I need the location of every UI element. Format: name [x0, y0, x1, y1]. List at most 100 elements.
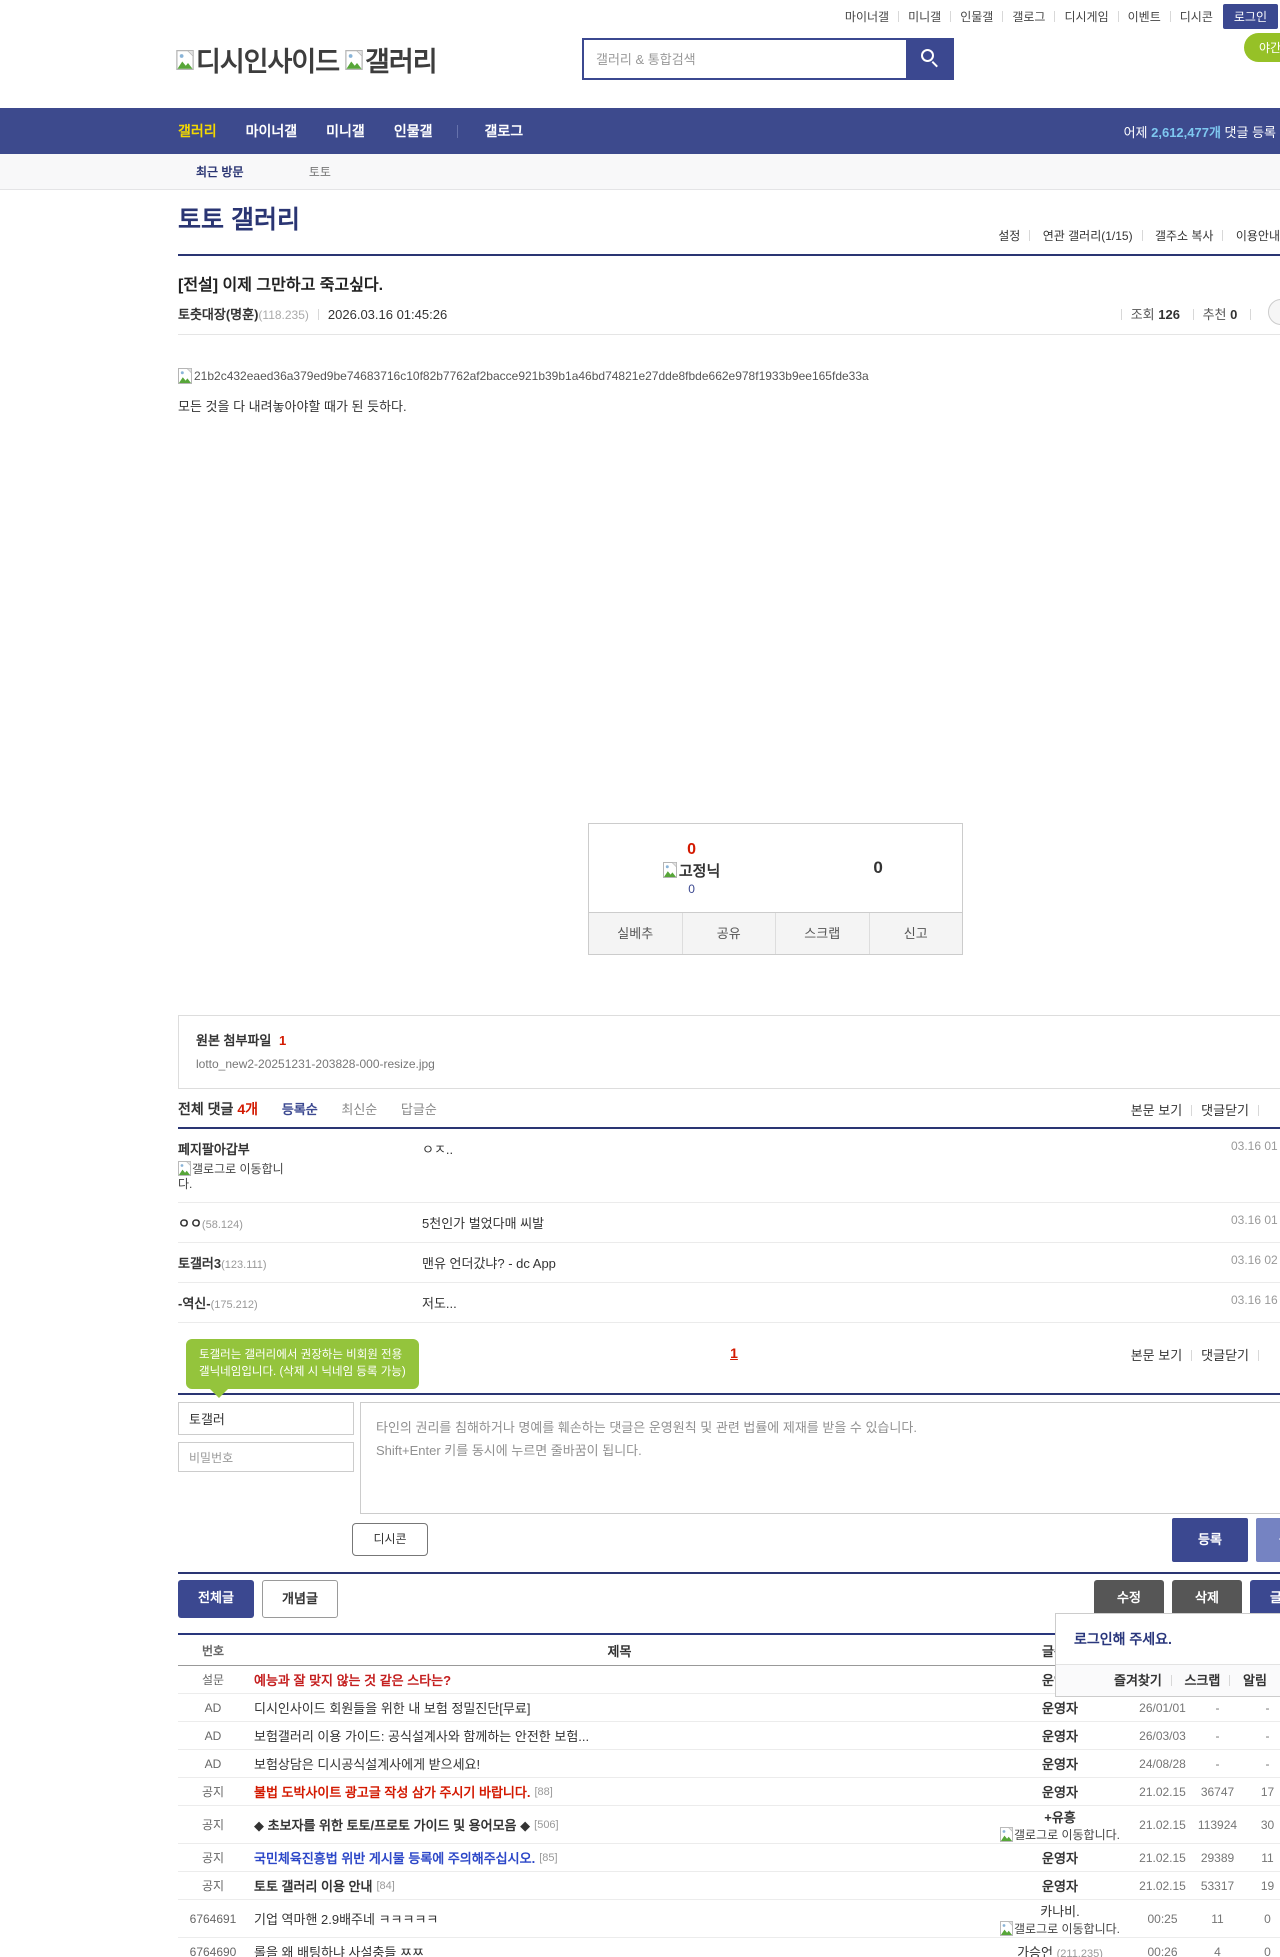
gallog-link[interactable]: 갤로그로 이동합니다. [985, 1827, 1135, 1842]
row-title-link[interactable]: 기업 역마핸 2.9배주네 ㅋㅋㅋㅋㅋ [254, 1912, 438, 1927]
upvote-area[interactable]: 0 고정닉 0 [589, 824, 794, 912]
row-views: 113924 [1190, 1818, 1245, 1832]
search-input[interactable] [582, 38, 908, 80]
top-link-gallog[interactable]: 갤로그 [1012, 8, 1045, 25]
attachment-label: 원본 첨부파일 [196, 1033, 271, 1048]
realtime-best-button[interactable]: 실베추 [589, 913, 682, 954]
comment-nickname-input[interactable] [178, 1402, 354, 1435]
row-comment-count: [84] [376, 1880, 394, 1892]
row-writer[interactable]: 가승언 [1017, 1945, 1053, 1957]
row-title-link[interactable]: 롤을 왜 배팅하냐 사설충들 ㅉㅉ [254, 1945, 424, 1957]
row-writer[interactable]: 운영자 [1042, 1701, 1078, 1716]
site-logo[interactable]: 디시인사이드 갤러리 [176, 40, 443, 79]
top-link-mini-gallery[interactable]: 미니갤 [908, 8, 941, 25]
attachment-filename[interactable]: lotto_new2-20251231-203828-000-resize.jp… [196, 1057, 1272, 1071]
nav-item-gallery[interactable]: 갤러리 [178, 121, 217, 141]
concept-posts-button[interactable]: 개념글 [262, 1580, 338, 1618]
login-button[interactable]: 로그인 [1223, 4, 1278, 29]
nav-item-minor[interactable]: 마이너갤 [246, 121, 298, 141]
upvote-count: 0 [687, 841, 696, 859]
row-recommend: 19 [1245, 1879, 1280, 1893]
report-button[interactable]: 신고 [869, 913, 963, 954]
favorite-button[interactable]: 즐겨찾기 [1114, 1673, 1162, 1688]
top-link-dccon[interactable]: 디시콘 [1180, 8, 1213, 25]
comment-row: 토갤러3(123.111) 맨유 언더갔냐? - dc App 03.16 02 [178, 1243, 1280, 1283]
nav-item-mini[interactable]: 미니갤 [326, 121, 365, 141]
row-writer[interactable]: 운영자 [1042, 1851, 1078, 1866]
post-author[interactable]: 토춧대장(명훈) [178, 307, 258, 322]
comment-password-input[interactable] [178, 1442, 354, 1472]
row-views: 53317 [1190, 1879, 1245, 1893]
post-header-circle-icon[interactable] [1268, 299, 1280, 325]
sort-reply[interactable]: 답글순 [401, 1102, 437, 1117]
row-writer[interactable]: 카나비. [1040, 1904, 1080, 1919]
gallery-settings-link[interactable]: 설정 [998, 229, 1020, 243]
broken-image-alt-text: 21b2c432eaed36a379ed9be74683716c10f82b77… [194, 369, 869, 383]
comment-author[interactable]: ㅇㅇ [178, 1216, 202, 1231]
scrap-button[interactable]: 스크랩 [775, 913, 869, 954]
nav-item-person[interactable]: 인물갤 [394, 121, 433, 141]
row-title-link[interactable]: ◆ 초보자를 위한 토토/프로토 가이드 및 용어모음 ◆ [254, 1818, 530, 1833]
alarm-button[interactable]: 알림 [1243, 1673, 1267, 1688]
comment-submit-button-2[interactable]: 등록 [1256, 1518, 1280, 1562]
dccon-button[interactable]: 디시콘 [352, 1523, 428, 1556]
row-writer[interactable]: 운영자 [1042, 1785, 1078, 1800]
comment-page-1[interactable]: 1 [730, 1345, 738, 1361]
row-title-link[interactable]: 보험상담은 디시공식설계사에게 받으세요! [254, 1757, 480, 1772]
row-writer[interactable]: 운영자 [1042, 1879, 1078, 1894]
row-title-link[interactable]: 불법 도박사이트 광고글 작성 삼가 주시기 바랍니다. [254, 1785, 530, 1800]
top-link-person-gallery[interactable]: 인물갤 [960, 8, 993, 25]
top-link-minor-gallery[interactable]: 마이너갤 [845, 8, 889, 25]
share-button[interactable]: 공유 [682, 913, 776, 954]
broken-image-icon [1000, 1921, 1013, 1936]
comment-count-number: 2,612,477개 [1151, 125, 1221, 140]
comment-author[interactable]: -역신- [178, 1296, 211, 1311]
row-title-link[interactable]: 디시인사이드 회원들을 위한 내 보험 정밀진단[무료] [254, 1701, 530, 1716]
table-row: 6764690 롤을 왜 배팅하냐 사설충들 ㅉㅉ 가승언 (211.235) … [178, 1938, 1280, 1957]
view-post-link[interactable]: 본문 보기 [1131, 1103, 1182, 1118]
row-title-link[interactable]: 예능과 잘 맞지 않는 것 같은 스타는? [254, 1673, 451, 1688]
close-comments-link[interactable]: 댓글닫기 [1201, 1103, 1249, 1118]
nav-item-gallog[interactable]: 갤로그 [484, 121, 523, 141]
breadcrumb: 최근 방문 토토 [0, 154, 1280, 190]
gallery-guide-link[interactable]: 이용안내 [1236, 229, 1280, 243]
row-writer[interactable]: 운영자 [1042, 1757, 1078, 1772]
sort-newest[interactable]: 최신순 [341, 1102, 377, 1117]
row-writer[interactable]: +유흥 [1044, 1810, 1076, 1825]
gallog-link[interactable]: 갤로그로 이동합니다. [178, 1161, 290, 1192]
row-title-link[interactable]: 토토 갤러리 이용 안내 [254, 1879, 372, 1894]
view-post-link[interactable]: 본문 보기 [1131, 1348, 1182, 1363]
comment-submit-button[interactable]: 등록 [1172, 1518, 1248, 1562]
copy-gallery-url-link[interactable]: 갤주소 복사 [1155, 229, 1214, 243]
post-broken-image: 21b2c432eaed36a379ed9be74683716c10f82b77… [178, 368, 1280, 384]
site-header: 디시인사이드 갤러리 [0, 32, 1280, 108]
recent-visit-label[interactable]: 최근 방문 [196, 165, 244, 179]
downvote-area[interactable]: 0 [794, 824, 962, 912]
row-views: 4 [1190, 1945, 1245, 1957]
search-button[interactable] [908, 38, 954, 80]
related-galleries-link[interactable]: 연관 갤러리(1/15) [1043, 229, 1133, 243]
vote-buttons: 실베추 공유 스크랩 신고 [589, 912, 962, 954]
row-title-link[interactable]: 국민체육진흥법 위반 게시물 등록에 주의해주십시오. [254, 1851, 535, 1866]
sort-registered[interactable]: 등록순 [282, 1102, 318, 1117]
yesterday-comment-count: 어제 2,612,477개 댓글 등록 [1124, 122, 1276, 141]
post-meta: 토춧대장(명훈)(118.235)2026.03.16 01:45:26 조회 … [178, 304, 1280, 321]
row-writer[interactable]: 운영자 [1042, 1729, 1078, 1744]
comment-textarea[interactable]: 타인의 권리를 침해하거나 명예를 훼손하는 댓글은 운영원칙 및 관련 법률에… [360, 1402, 1280, 1514]
gallog-link-text: 갤로그로 이동합니다. [1014, 1922, 1120, 1936]
row-views: - [1190, 1757, 1245, 1771]
recent-gallery-tab-toto[interactable]: 토토 [309, 165, 331, 179]
gallog-link[interactable]: 갤로그로 이동합니다. [985, 1921, 1135, 1936]
close-comments-link[interactable]: 댓글닫기 [1201, 1348, 1249, 1363]
row-title-link[interactable]: 보험갤러리 이용 가이드: 공식설계사와 함께하는 안전한 보험... [254, 1729, 589, 1744]
comment-author[interactable]: 페지팔아갑부 [178, 1142, 250, 1157]
all-posts-button[interactable]: 전체글 [178, 1580, 254, 1618]
comment-author[interactable]: 토갤러3 [178, 1256, 221, 1271]
broken-image-icon [178, 1161, 191, 1176]
top-link-event[interactable]: 이벤트 [1128, 8, 1161, 25]
comment-text: 저도... [422, 1293, 457, 1312]
comment-text: 5천인가 벌었다매 씨발 [422, 1213, 544, 1232]
row-number: 6764691 [178, 1912, 248, 1926]
top-link-dcgame[interactable]: 디시게임 [1064, 8, 1108, 25]
sidebar-scrap-button[interactable]: 스크랩 [1184, 1673, 1220, 1688]
